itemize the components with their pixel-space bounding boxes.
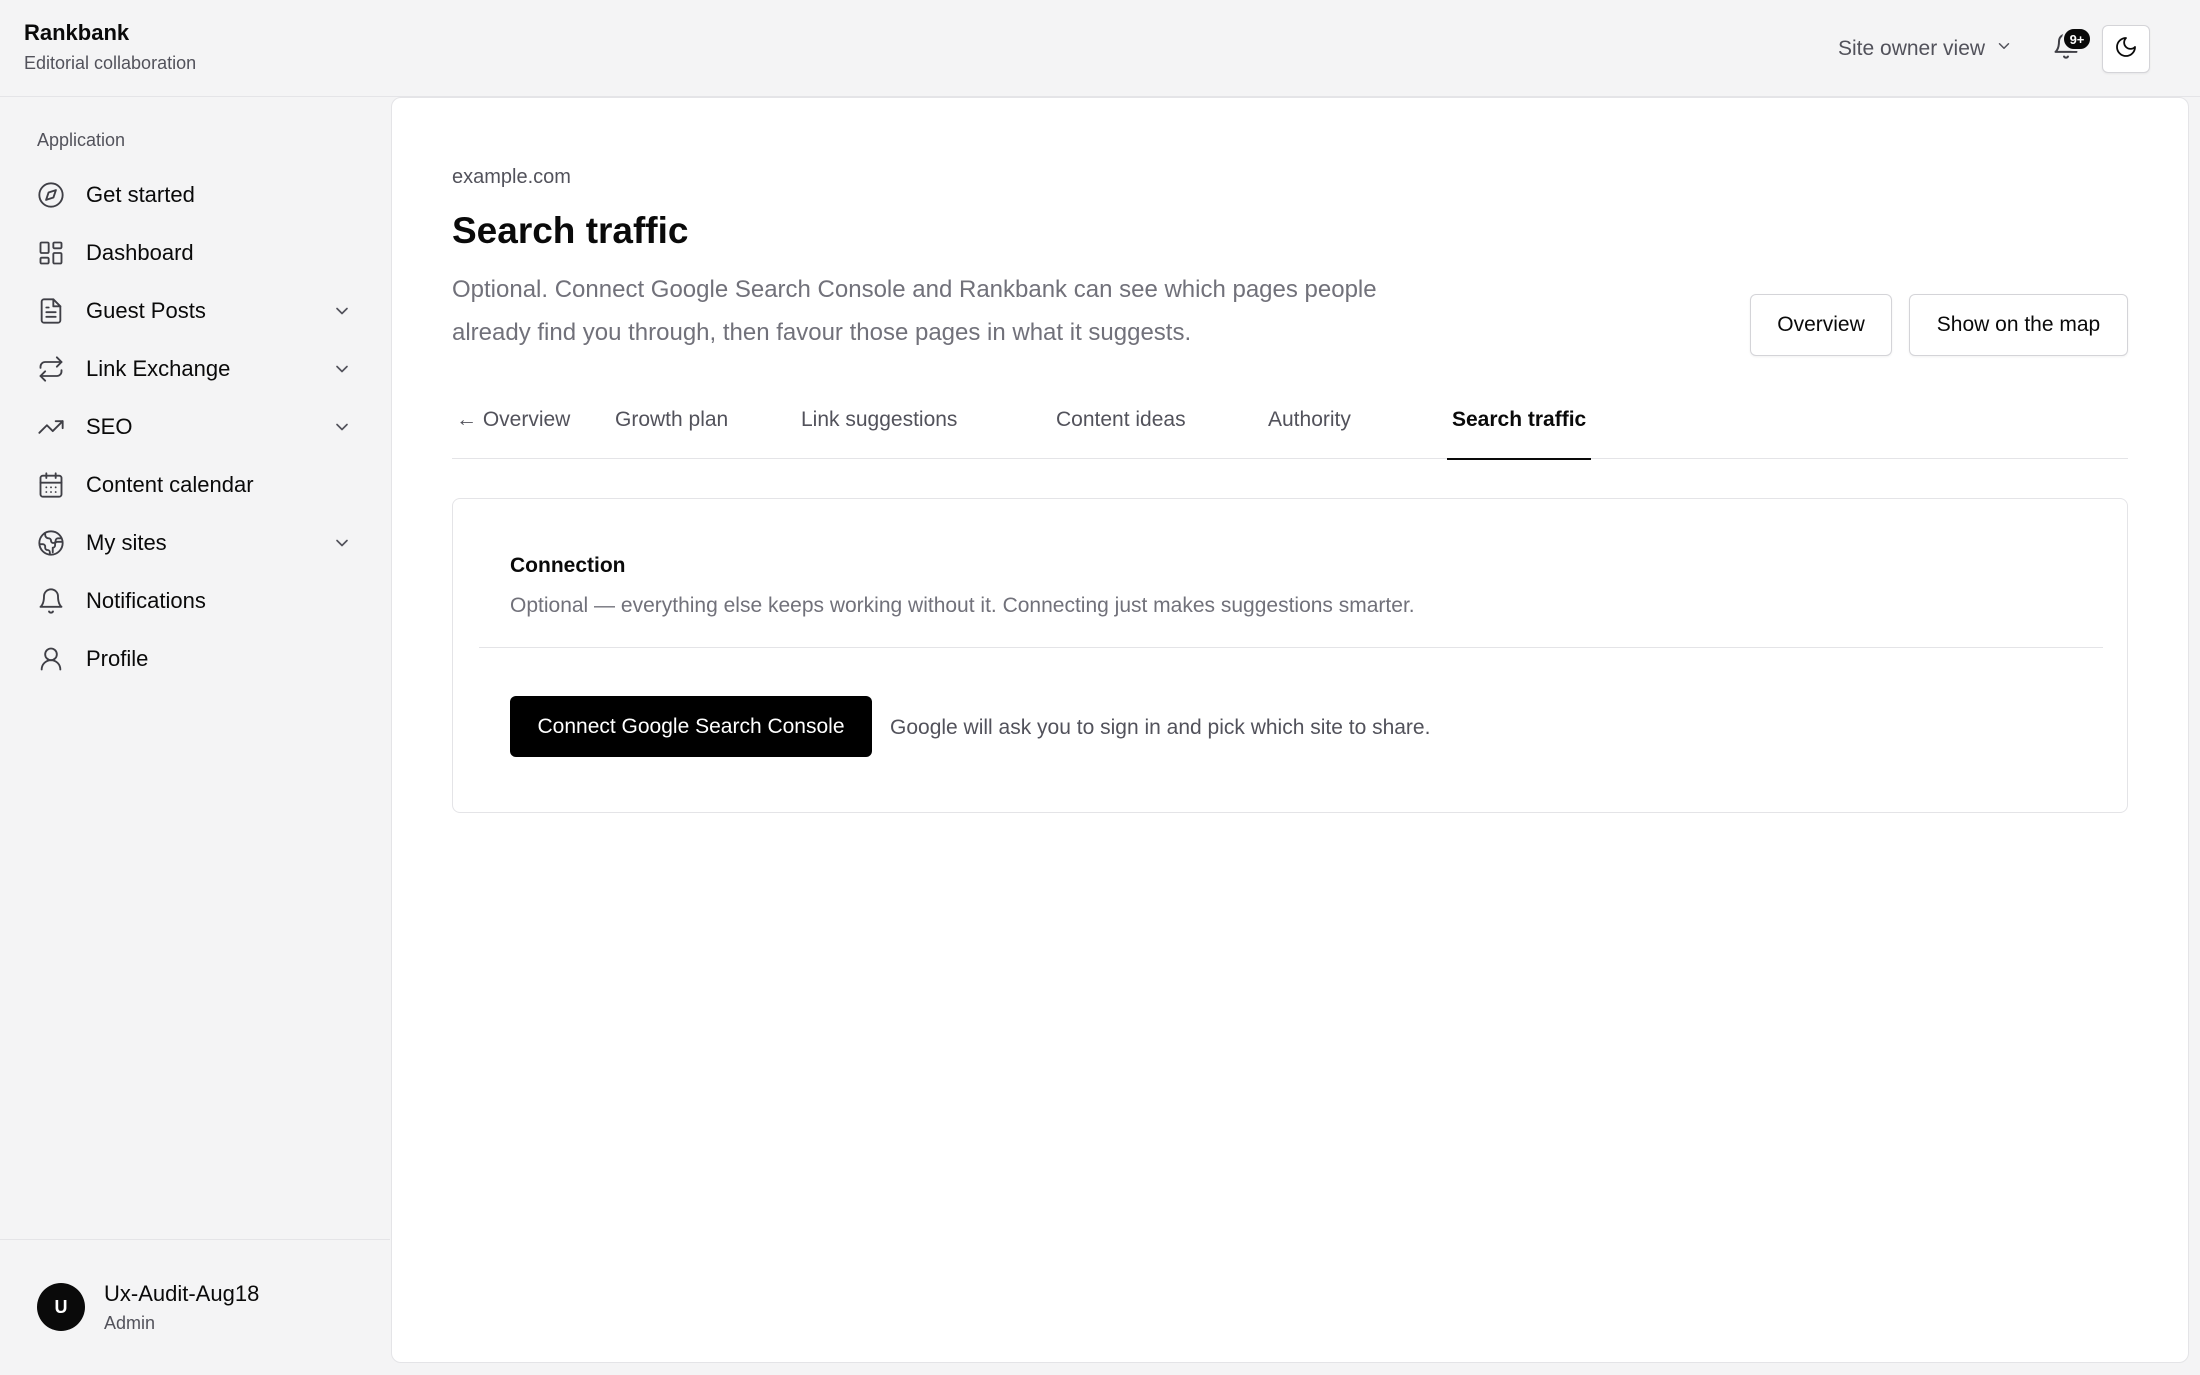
tab-content-ideas[interactable]: Content ideas (1056, 380, 1186, 459)
sidebar-item-label: Link Exchange (86, 356, 231, 381)
repeat-icon (37, 355, 65, 383)
sidebar-item-label: Get started (86, 182, 195, 207)
grid-icon (37, 239, 65, 267)
view-switch-label: Site owner view (1838, 37, 1986, 60)
tab-growth-plan[interactable]: Growth plan (615, 380, 728, 459)
connect-hint: Google will ask you to sign in and pick … (890, 716, 1431, 739)
document-icon (37, 297, 65, 325)
sidebar-item-seo[interactable]: SEO (24, 398, 364, 456)
page-title: Search traffic (452, 210, 689, 251)
user-menu[interactable]: U Ux-Audit-Aug18 Admin (0, 1239, 390, 1375)
tab-bar: ← Overview Growth plan Link suggestions … (452, 380, 2128, 460)
user-name: Ux-Audit-Aug18 (104, 1281, 260, 1306)
moon-icon (2114, 35, 2138, 64)
connection-card: Connection Optional — everything else ke… (452, 498, 2128, 813)
divider (479, 647, 2103, 648)
user-role: Admin (104, 1313, 156, 1333)
tab-link-suggestions[interactable]: Link suggestions (801, 380, 957, 459)
compass-icon (37, 181, 65, 209)
card-description: Optional — everything else keeps working… (510, 594, 1415, 617)
avatar: U (37, 1283, 85, 1331)
user-icon (37, 645, 65, 673)
sidebar-item-label: Profile (86, 646, 149, 671)
sidebar-item-content-calendar[interactable]: Content calendar (24, 456, 364, 514)
tab-authority[interactable]: Authority (1268, 380, 1351, 459)
sidebar-item-label: Guest Posts (86, 298, 206, 323)
sidebar-item-notifications[interactable]: Notifications (24, 572, 364, 630)
tab-search-traffic[interactable]: Search traffic (1446, 380, 1592, 460)
sidebar-group-label: Application (37, 130, 126, 150)
calendar-icon (37, 471, 65, 499)
notifications-button[interactable]: 9+ (2052, 27, 2092, 64)
main-panel: example.com Search traffic Optional. Con… (391, 97, 2189, 1363)
sidebar-item-label: Dashboard (86, 240, 194, 265)
sidebar-nav: Get started Dashboard Guest Posts Link E… (24, 166, 364, 688)
chevron-down-icon[interactable] (332, 301, 352, 321)
top-bar: Rankbank Editorial collaboration Site ow… (0, 0, 2200, 97)
sidebar-item-guest-posts[interactable]: Guest Posts (24, 282, 364, 340)
site-domain: example.com (452, 166, 571, 188)
sidebar: Application Get started Dashboard Guest … (0, 97, 390, 1375)
chevron-down-icon[interactable] (332, 417, 352, 437)
theme-toggle-button[interactable] (2102, 25, 2150, 73)
chevron-down-icon[interactable] (332, 533, 352, 553)
brand-name: Rankbank (24, 20, 130, 45)
notifications-badge: 9+ (2062, 27, 2092, 51)
view-switch-dropdown[interactable]: Site owner view (1838, 34, 2013, 64)
card-title: Connection (510, 554, 626, 577)
bell-icon (37, 587, 65, 615)
app-root: Rankbank Editorial collaboration Site ow… (0, 0, 2200, 1375)
sidebar-item-label: My sites (86, 530, 167, 555)
sidebar-item-link-exchange[interactable]: Link Exchange (24, 340, 364, 398)
connect-search-console-button[interactable]: Connect Google Search Console (510, 696, 872, 757)
sidebar-item-my-sites[interactable]: My sites (24, 514, 364, 572)
sidebar-item-dashboard[interactable]: Dashboard (24, 224, 364, 282)
trending-up-icon (37, 413, 65, 441)
sidebar-item-get-started[interactable]: Get started (24, 166, 364, 224)
sidebar-item-profile[interactable]: Profile (24, 630, 364, 688)
tab-overview-back[interactable]: ← Overview (456, 380, 570, 459)
sidebar-item-label: SEO (86, 414, 133, 439)
sidebar-item-label: Notifications (86, 588, 206, 613)
page-description: Optional. Connect Google Search Console … (452, 276, 1377, 346)
chevron-down-icon[interactable] (332, 359, 352, 379)
overview-button[interactable]: Overview (1750, 294, 1892, 356)
show-on-map-button[interactable]: Show on the map (1909, 294, 2128, 356)
globe-icon (37, 529, 65, 557)
chevron-down-icon (1995, 37, 2013, 61)
sidebar-item-label: Content calendar (86, 472, 254, 497)
brand-subtitle: Editorial collaboration (24, 53, 197, 73)
